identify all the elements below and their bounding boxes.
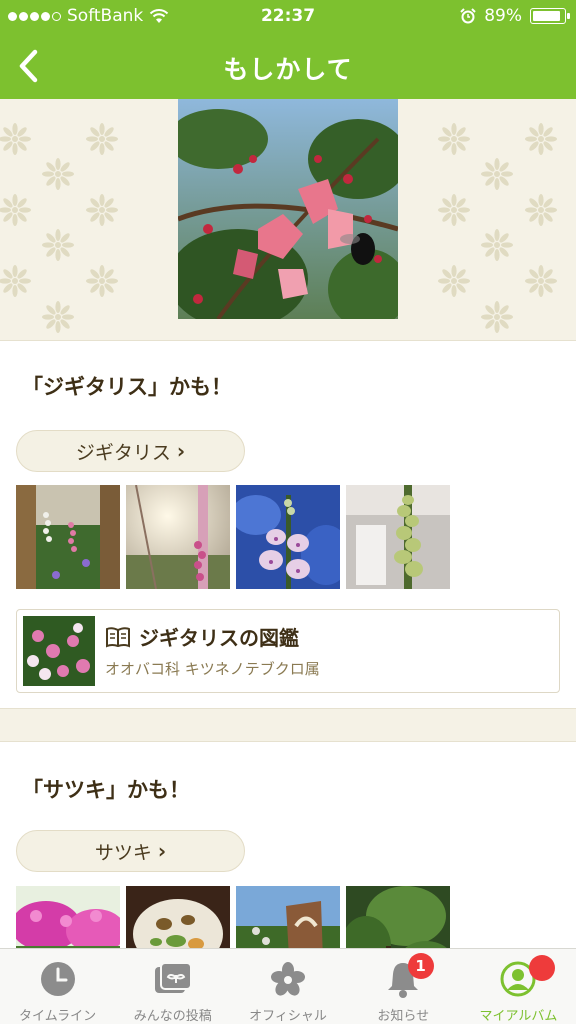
pattern-flower-icon	[42, 229, 74, 261]
pattern-flower-icon	[86, 194, 118, 226]
tab-label: オフィシャル	[249, 1009, 327, 1024]
tab-official[interactable]: オフィシャル	[230, 949, 345, 1024]
tab-notifications[interactable]: 1 お知らせ	[346, 949, 461, 1024]
photos-icon	[153, 959, 193, 999]
species-link-label: ジギタリス	[75, 441, 171, 464]
alarm-icon	[460, 8, 476, 24]
zukan-thumbnail	[23, 616, 95, 686]
example-photo[interactable]	[346, 886, 450, 948]
section-divider	[0, 708, 576, 742]
pattern-flower-icon	[481, 301, 513, 333]
example-photo[interactable]	[126, 886, 230, 948]
battery-icon	[530, 8, 570, 24]
update-dot	[528, 955, 555, 981]
zukan-link-card[interactable]: ジギタリスの図鑑 オオバコ科 キツネノテブクロ属	[16, 609, 560, 693]
tab-label: タイムライン	[19, 1009, 97, 1024]
species-link-label: サツキ	[94, 841, 152, 864]
pattern-flower-icon	[0, 123, 31, 155]
species-link-button[interactable]: ジギタリス ›	[16, 430, 245, 472]
example-photo[interactable]	[126, 485, 230, 589]
flower-icon	[268, 959, 308, 999]
example-photo[interactable]	[236, 886, 340, 948]
pattern-flower-icon	[481, 229, 513, 261]
pattern-flower-icon	[0, 194, 31, 226]
nav-bar: もしかして	[0, 32, 576, 99]
example-photo[interactable]	[346, 485, 450, 589]
pattern-flower-icon	[525, 194, 557, 226]
tab-bar: タイムライン みんなの投稿 オフィシャル 1 お知らせ マイアルバム	[0, 948, 576, 1024]
pattern-flower-icon	[481, 158, 513, 190]
hero-banner	[0, 99, 576, 341]
zukan-title: ジギタリスの図鑑	[139, 626, 299, 650]
battery-percent: 89%	[484, 6, 522, 26]
suggestion-card-2: 「サツキ」かも！ サツキ ›	[0, 742, 576, 948]
example-photo[interactable]	[236, 485, 340, 589]
suggestion-heading: 「ジギタリス」かも！	[22, 375, 232, 399]
pattern-flower-icon	[438, 265, 470, 297]
tab-label: マイアルバム	[479, 1009, 558, 1024]
suggestion-card-1: 「ジギタリス」かも！ ジギタリス › ジギタリスの図鑑 オオバコ科 キツネノテブ…	[0, 341, 576, 708]
suggestion-heading: 「サツキ」かも！	[22, 778, 190, 802]
pattern-flower-icon	[42, 158, 74, 190]
tab-my-album[interactable]: マイアルバム	[461, 949, 576, 1024]
tab-timeline[interactable]: タイムライン	[0, 949, 115, 1024]
pattern-flower-icon	[86, 123, 118, 155]
pattern-flower-icon	[86, 265, 118, 297]
zukan-taxonomy: オオバコ科 キツネノテブクロ属	[105, 660, 320, 678]
tab-label: みんなの投稿	[133, 1009, 212, 1024]
pattern-flower-icon	[42, 301, 74, 333]
query-photo[interactable]	[178, 99, 398, 319]
chevron-right-icon: ›	[157, 839, 167, 863]
page-title: もしかして	[223, 55, 353, 84]
example-photos	[16, 485, 450, 589]
pattern-flower-icon	[0, 265, 31, 297]
pattern-flower-icon	[525, 123, 557, 155]
pattern-flower-icon	[525, 265, 557, 297]
tab-community-posts[interactable]: みんなの投稿	[115, 949, 230, 1024]
book-icon	[106, 626, 130, 647]
status-bar: SoftBank 22:37 89%	[0, 0, 576, 32]
example-photo[interactable]	[16, 886, 120, 948]
example-photo[interactable]	[16, 485, 120, 589]
chevron-right-icon: ›	[176, 439, 186, 463]
example-photos	[16, 886, 450, 948]
pattern-flower-icon	[438, 194, 470, 226]
species-link-button[interactable]: サツキ ›	[16, 830, 245, 872]
clock-icon	[38, 959, 78, 999]
pattern-flower-icon	[438, 123, 470, 155]
notification-badge: 1	[407, 953, 434, 979]
tab-label: お知らせ	[377, 1009, 430, 1024]
